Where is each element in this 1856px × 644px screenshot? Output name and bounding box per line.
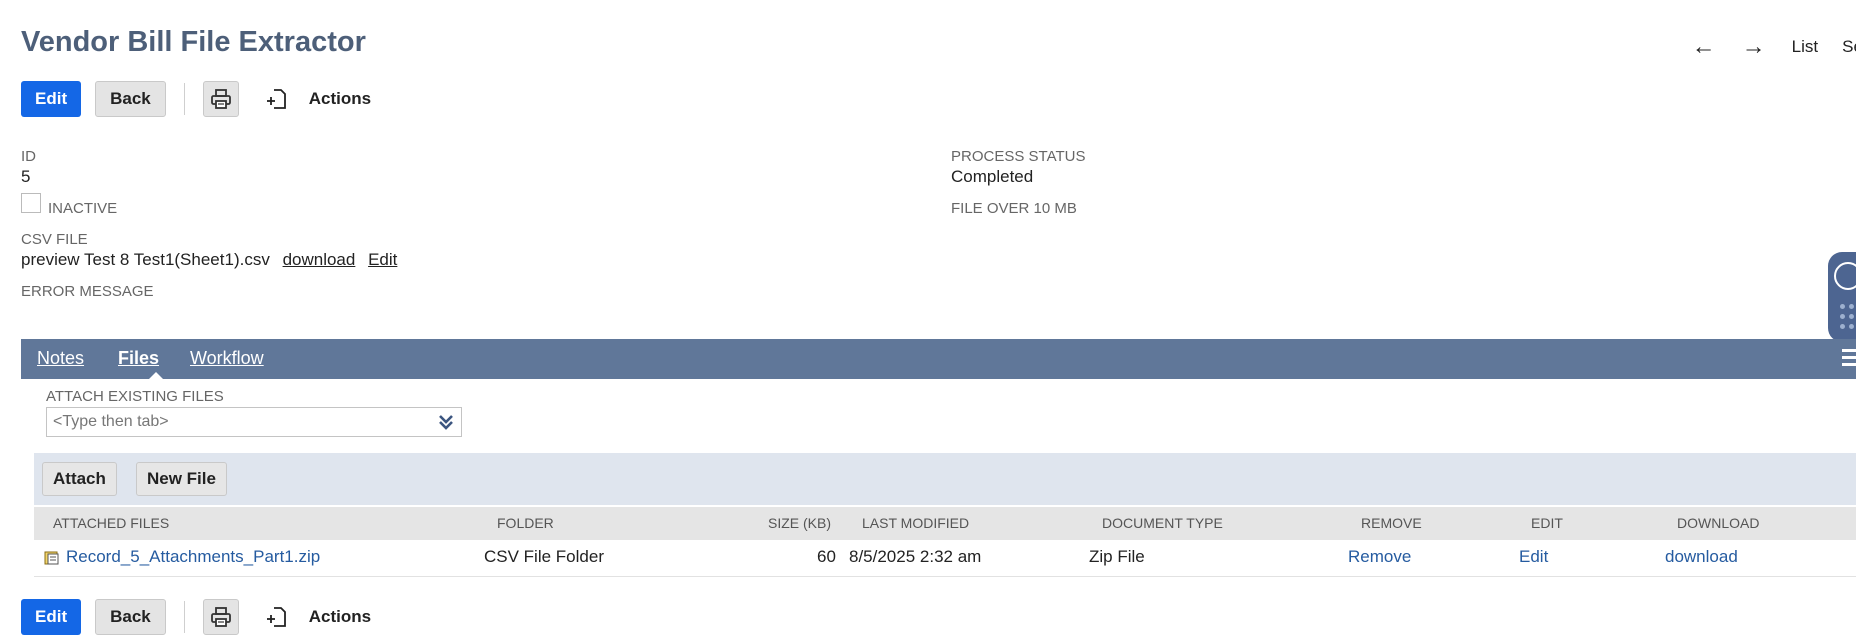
- file-folder: CSV File Folder: [484, 547, 604, 566]
- arrow-left-icon[interactable]: ←: [1692, 35, 1716, 59]
- search-link[interactable]: Search: [1842, 37, 1856, 57]
- attach-files-input[interactable]: [47, 408, 439, 436]
- id-value: 5: [21, 167, 31, 186]
- bottom-toolbar: Edit Back Actions: [21, 599, 371, 635]
- column-header-download: DOWNLOAD: [1677, 515, 1760, 531]
- files-toolbar: Attach New File: [34, 453, 1856, 505]
- menu-icon[interactable]: [1842, 349, 1856, 370]
- edit-file-link[interactable]: Edit: [1519, 547, 1548, 567]
- attached-file-link[interactable]: Record_5_Attachments_Part1.zip: [66, 547, 320, 567]
- file-size: 60: [817, 547, 836, 566]
- actions-label[interactable]: Actions: [309, 89, 371, 109]
- download-file-link[interactable]: download: [1665, 547, 1738, 567]
- column-header-last-modified[interactable]: LAST MODIFIED: [862, 515, 969, 531]
- edit-button-bottom[interactable]: Edit: [21, 599, 82, 635]
- process-status-value: Completed: [951, 167, 1034, 186]
- double-chevron-down-icon[interactable]: [437, 413, 455, 431]
- edit-button[interactable]: Edit: [21, 81, 82, 117]
- new-document-icon: [266, 607, 286, 627]
- print-button[interactable]: [202, 81, 239, 117]
- files-table-header: ATTACHED FILES FOLDER SIZE (KB) LAST MOD…: [34, 507, 1856, 540]
- actions-button-bottom[interactable]: [265, 605, 289, 629]
- page-title: Vendor Bill File Extractor: [21, 26, 366, 58]
- csv-download-link[interactable]: download: [283, 250, 356, 269]
- column-header-attached-files[interactable]: ATTACHED FILES: [53, 515, 169, 531]
- attach-files-field[interactable]: [46, 407, 462, 437]
- file-over-label: FILE OVER 10 MB: [951, 200, 1077, 217]
- tab-files[interactable]: Files: [118, 348, 159, 369]
- attach-existing-label: ATTACH EXISTING FILES: [46, 388, 224, 405]
- arrow-right-icon[interactable]: →: [1742, 35, 1766, 59]
- zip-file-icon: [44, 551, 59, 565]
- top-toolbar: Edit Back Actions: [21, 81, 371, 117]
- toolbar-divider: [183, 601, 185, 633]
- column-header-folder[interactable]: FOLDER: [497, 515, 554, 531]
- csv-file-value: preview Test 8 Test1(Sheet1).csv downloa…: [21, 250, 397, 270]
- file-document-type: Zip File: [1089, 547, 1145, 566]
- process-status-label: PROCESS STATUS: [951, 148, 1086, 165]
- actions-button[interactable]: [265, 87, 289, 111]
- info-icon: [1834, 262, 1856, 290]
- printer-icon: [210, 607, 231, 627]
- file-last-modified: 8/5/2025 2:32 am: [849, 547, 982, 566]
- toolbar-divider: [183, 83, 185, 115]
- record-navigation: ← → List Search: [1692, 35, 1856, 59]
- column-header-remove: REMOVE: [1361, 515, 1422, 531]
- table-row: Record_5_Attachments_Part1.zip CSV File …: [34, 540, 1856, 577]
- actions-label-bottom[interactable]: Actions: [309, 607, 371, 627]
- attach-button[interactable]: Attach: [42, 462, 117, 496]
- printer-icon: [210, 89, 231, 109]
- column-header-edit: EDIT: [1531, 515, 1563, 531]
- inactive-label: INACTIVE: [48, 200, 118, 217]
- tab-workflow[interactable]: Workflow: [190, 348, 264, 369]
- back-button[interactable]: Back: [95, 81, 166, 117]
- csv-edit-link[interactable]: Edit: [368, 250, 397, 269]
- help-widget[interactable]: [1828, 252, 1856, 342]
- active-tab-caret: [149, 372, 163, 379]
- new-document-icon: [266, 89, 286, 109]
- column-header-size[interactable]: SIZE (KB): [768, 515, 831, 531]
- print-button-bottom[interactable]: [202, 599, 239, 635]
- new-file-button[interactable]: New File: [136, 462, 227, 496]
- csv-file-label: CSV FILE: [21, 231, 88, 248]
- inactive-checkbox[interactable]: [21, 193, 41, 213]
- dots-icon: [1840, 304, 1845, 309]
- column-header-document-type[interactable]: DOCUMENT TYPE: [1102, 515, 1223, 531]
- id-label: ID: [21, 148, 36, 165]
- tab-notes[interactable]: Notes: [37, 348, 84, 369]
- back-button-bottom[interactable]: Back: [95, 599, 166, 635]
- csv-filename: preview Test 8 Test1(Sheet1).csv: [21, 250, 270, 269]
- remove-file-link[interactable]: Remove: [1348, 547, 1411, 567]
- error-message-label: ERROR MESSAGE: [21, 283, 154, 300]
- list-link[interactable]: List: [1792, 37, 1818, 57]
- subtab-bar: Notes Files Workflow: [21, 339, 1856, 379]
